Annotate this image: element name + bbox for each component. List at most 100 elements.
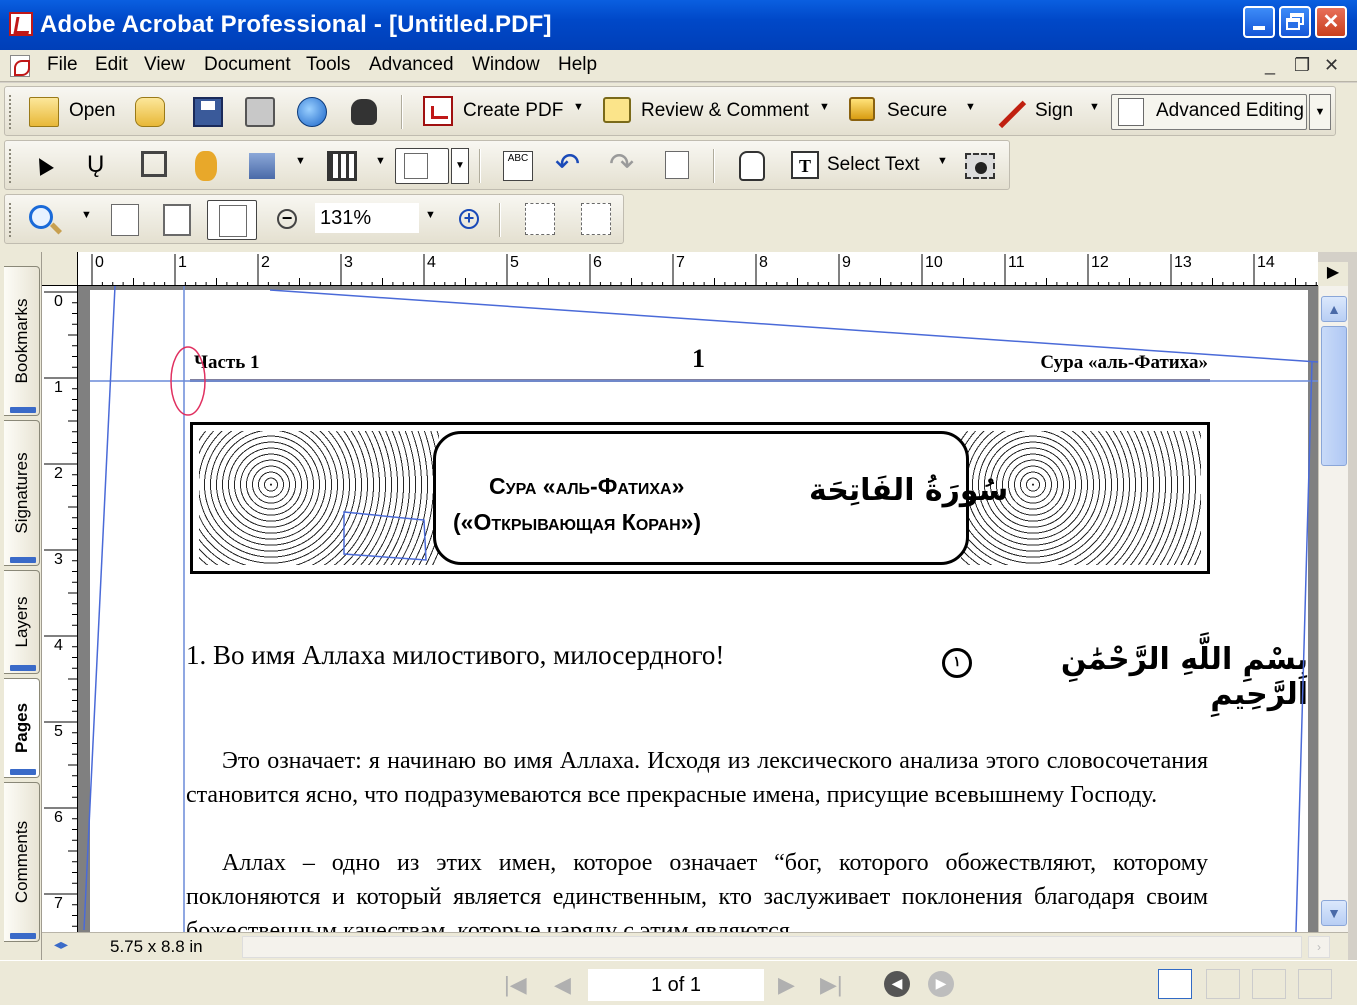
vertical-ruler[interactable]: 0 1 2 3 4 5 6 7 (42, 252, 78, 932)
zoom-out-icon[interactable]: − (277, 209, 297, 229)
movie-tool-icon[interactable] (327, 151, 357, 181)
print-icon[interactable] (245, 97, 275, 127)
tab-bookmarks-label: Bookmarks (11, 298, 31, 384)
zoom-level-dropdown[interactable]: ▼ (425, 209, 436, 221)
email-icon[interactable] (297, 97, 327, 127)
save-icon[interactable] (193, 97, 223, 127)
create-pdf-icon[interactable] (423, 96, 453, 126)
document-viewport[interactable]: Часть 1 1 Сура «аль-Фатиха» Сура «аль-Фа… (78, 286, 1318, 932)
first-page-button[interactable]: |◀ (504, 972, 527, 998)
doc-restore-button[interactable]: ❐ (1294, 55, 1310, 76)
secure-lock-icon[interactable] (849, 97, 875, 121)
facing-layout-button[interactable] (1252, 969, 1286, 999)
open-button[interactable]: Open (69, 100, 115, 122)
last-page-button[interactable]: ▶| (820, 972, 843, 998)
expand-right-arrow-icon[interactable]: ▶ (1318, 262, 1348, 286)
menu-tools[interactable]: Tools (306, 54, 350, 76)
pdf-page[interactable]: Часть 1 1 Сура «аль-Фатиха» Сура «аль-Фа… (90, 290, 1308, 932)
horizontal-ruler[interactable]: 0 1 2 3 4 5 6 7 8 9 10 11 12 13 14 (78, 252, 1318, 286)
snapshot-camera-icon[interactable] (965, 153, 995, 179)
sign-pen-icon[interactable] (997, 99, 1027, 129)
select-object-icon[interactable] (32, 154, 54, 176)
sign-dropdown[interactable]: ▼ (1089, 101, 1100, 113)
hand-tool-icon[interactable] (739, 151, 765, 181)
tab-signatures[interactable]: Signatures (4, 420, 40, 566)
menu-help[interactable]: Help (558, 54, 597, 76)
vertical-scrollbar[interactable]: ▲ ▼ (1318, 286, 1348, 932)
review-comment-icon[interactable] (603, 97, 631, 123)
actual-size-icon[interactable] (111, 204, 139, 236)
fit-width-button[interactable] (207, 200, 257, 240)
menu-document[interactable]: Document (204, 54, 291, 76)
continuous-layout-button[interactable] (1206, 969, 1240, 999)
review-dropdown[interactable]: ▼ (819, 101, 830, 113)
secure-button[interactable]: Secure (887, 100, 947, 122)
scroll-up-button[interactable]: ▲ (1321, 296, 1347, 322)
menu-advanced[interactable]: Advanced (369, 54, 454, 76)
zoom-in-magnifier-icon[interactable] (29, 205, 53, 229)
advanced-editing-button[interactable]: Advanced Editing (1111, 94, 1307, 130)
menu-file[interactable]: File (47, 54, 78, 76)
doc-minimize-button[interactable]: _ (1265, 55, 1275, 76)
menu-window[interactable]: Window (472, 54, 540, 76)
tab-layers[interactable]: Layers (4, 570, 40, 674)
copy-icon[interactable] (665, 151, 689, 179)
zoom-tool-dropdown[interactable]: ▼ (81, 209, 92, 221)
open-folder-icon[interactable] (29, 97, 59, 127)
rotate-counterclockwise-icon[interactable] (581, 203, 611, 235)
rotate-clockwise-icon[interactable] (525, 203, 555, 235)
search-binoculars-icon[interactable] (351, 99, 377, 125)
redo-icon[interactable]: ↷ (609, 150, 639, 181)
menu-edit[interactable]: Edit (95, 54, 128, 76)
form-tool-dropdown[interactable]: ▼ (295, 155, 306, 167)
next-page-button[interactable]: ▶ (778, 972, 795, 998)
menu-view[interactable]: View (144, 54, 185, 76)
continuous-facing-layout-button[interactable] (1298, 969, 1332, 999)
selected-object-tool-button[interactable] (395, 148, 449, 184)
previous-page-button[interactable]: ◀ (554, 972, 571, 998)
undo-icon[interactable]: ↶ (555, 150, 585, 181)
zoom-in-icon[interactable]: + (459, 209, 479, 229)
tab-comments[interactable]: Comments (4, 782, 40, 942)
scroll-down-button[interactable]: ▼ (1321, 900, 1347, 926)
create-pdf-dropdown[interactable]: ▼ (573, 101, 584, 113)
crop-icon[interactable] (141, 151, 167, 177)
create-pdf-button[interactable]: Create PDF (463, 100, 563, 122)
ornament-left (199, 431, 439, 565)
object-select-icon (404, 153, 428, 179)
review-comment-button[interactable]: Review & Comment (641, 100, 809, 122)
secure-dropdown[interactable]: ▼ (965, 101, 976, 113)
document-menu-icon[interactable] (10, 55, 30, 77)
close-button[interactable]: ✕ (1315, 6, 1347, 38)
organizer-icon[interactable] (135, 97, 165, 127)
touchup-text-icon[interactable]: Ų (87, 151, 117, 181)
scroll-right-button[interactable]: › (1308, 936, 1330, 958)
select-text-icon[interactable]: T (791, 151, 819, 179)
tab-pages[interactable]: Pages (4, 678, 40, 778)
ruler-label: 1 (54, 379, 63, 396)
select-text-button[interactable]: Select Text (827, 154, 920, 176)
scroll-thumb[interactable] (1321, 326, 1347, 466)
movie-tool-dropdown[interactable]: ▼ (375, 155, 386, 167)
advanced-editing-dropdown[interactable]: ▼ (1309, 94, 1331, 130)
form-tool-icon[interactable] (249, 153, 275, 179)
previous-view-button[interactable]: ◀ (884, 971, 910, 997)
select-text-dropdown[interactable]: ▼ (937, 155, 948, 167)
fit-page-icon[interactable] (163, 204, 191, 236)
tab-bookmarks[interactable]: Bookmarks (4, 266, 40, 416)
restore-button[interactable] (1279, 6, 1311, 38)
object-tool-dropdown[interactable]: ▼ (451, 148, 469, 184)
horizontal-scrollbar[interactable] (242, 936, 1302, 958)
next-view-button[interactable]: ▶ (928, 971, 954, 997)
split-handle-icon[interactable]: ◂▸ (54, 936, 68, 953)
ruler-label: 12 (1091, 254, 1109, 271)
spell-check-icon[interactable]: ABC (503, 151, 533, 181)
sign-button[interactable]: Sign (1035, 100, 1073, 122)
link-tool-icon[interactable] (195, 151, 217, 181)
minimize-button[interactable] (1243, 6, 1275, 38)
ruler-label: 8 (759, 254, 768, 271)
single-page-layout-button[interactable] (1158, 969, 1192, 999)
zoom-level-input[interactable]: 131% (315, 203, 419, 233)
page-indicator-input[interactable]: 1 of 1 (588, 969, 764, 1001)
doc-close-button[interactable]: ✕ (1324, 55, 1339, 76)
